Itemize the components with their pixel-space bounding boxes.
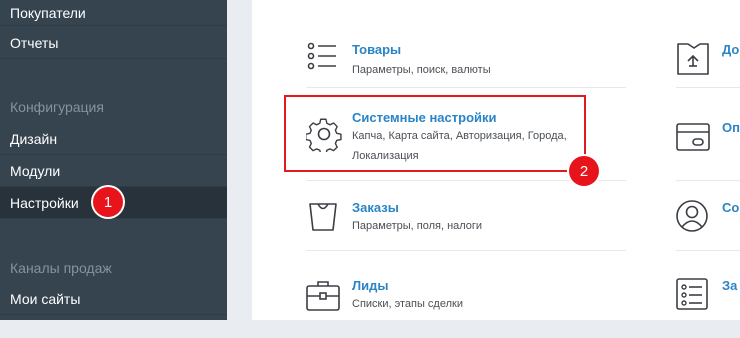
sidebar-item-my-sites[interactable]: Мои сайты [0, 284, 227, 315]
card-right-2[interactable]: Оп [676, 120, 740, 180]
shopping-bag-icon [306, 200, 342, 236]
sidebar-item-customers[interactable]: Покупатели [0, 0, 227, 26]
sidebar-item-label: Отчеты [10, 34, 59, 51]
box-upload-icon [676, 42, 712, 78]
divider [306, 87, 626, 88]
briefcase-icon [306, 278, 342, 314]
card-leads[interactable]: Лиды Списки, этапы сделки [306, 278, 566, 338]
step-marker-1: 1 [93, 187, 123, 217]
card-right-4[interactable]: За [676, 278, 740, 338]
sidebar-item-label: Модули [10, 163, 61, 179]
sidebar-section-sales: Каналы продаж [10, 260, 112, 276]
card-title[interactable]: Лиды [352, 278, 388, 293]
sidebar-section-config: Конфигурация [10, 99, 104, 115]
sidebar-item-label: Настройки [10, 194, 79, 211]
card-description [722, 58, 740, 78]
checklist-icon [676, 278, 712, 314]
card-orders[interactable]: Заказы Параметры, поля, налоги [306, 200, 566, 260]
sidebar-item-modules[interactable]: Модули [0, 156, 227, 187]
card-right-1[interactable]: До [676, 42, 740, 102]
sidebar-item-design[interactable]: Дизайн [0, 124, 227, 155]
card-description: Параметры, поиск, валюты [352, 64, 491, 76]
sidebar-item-reports[interactable]: Отчеты [0, 27, 227, 59]
user-circle-icon [676, 200, 712, 236]
divider [676, 250, 740, 251]
list-icon [306, 42, 342, 78]
card-title[interactable]: Оп [722, 120, 740, 135]
step-marker-2: 2 [569, 156, 599, 186]
credit-card-icon [676, 120, 712, 156]
sidebar-item-label: Дизайн [10, 131, 58, 147]
card-description: Списки, этапы сделки [352, 298, 463, 310]
card-title[interactable]: Заказы [352, 200, 399, 215]
card-title[interactable]: Товары [352, 42, 401, 57]
card-title[interactable]: До [722, 42, 739, 57]
card-title[interactable]: За [722, 278, 737, 293]
highlight-box [284, 95, 586, 172]
card-description: Параметры, поля, налоги [352, 220, 483, 232]
card-products[interactable]: Товары Параметры, поиск, валюты [306, 42, 566, 102]
sidebar-item-label: Мои сайты [10, 291, 81, 307]
sidebar-item-label: Покупатели [10, 4, 86, 21]
divider [676, 180, 740, 181]
divider [676, 87, 740, 88]
sidebar: Покупатели Отчеты Конфигурация Дизайн Мо… [0, 0, 227, 320]
card-title[interactable]: Со [722, 200, 739, 215]
card-right-3[interactable]: Со [676, 200, 740, 260]
divider [306, 250, 626, 251]
